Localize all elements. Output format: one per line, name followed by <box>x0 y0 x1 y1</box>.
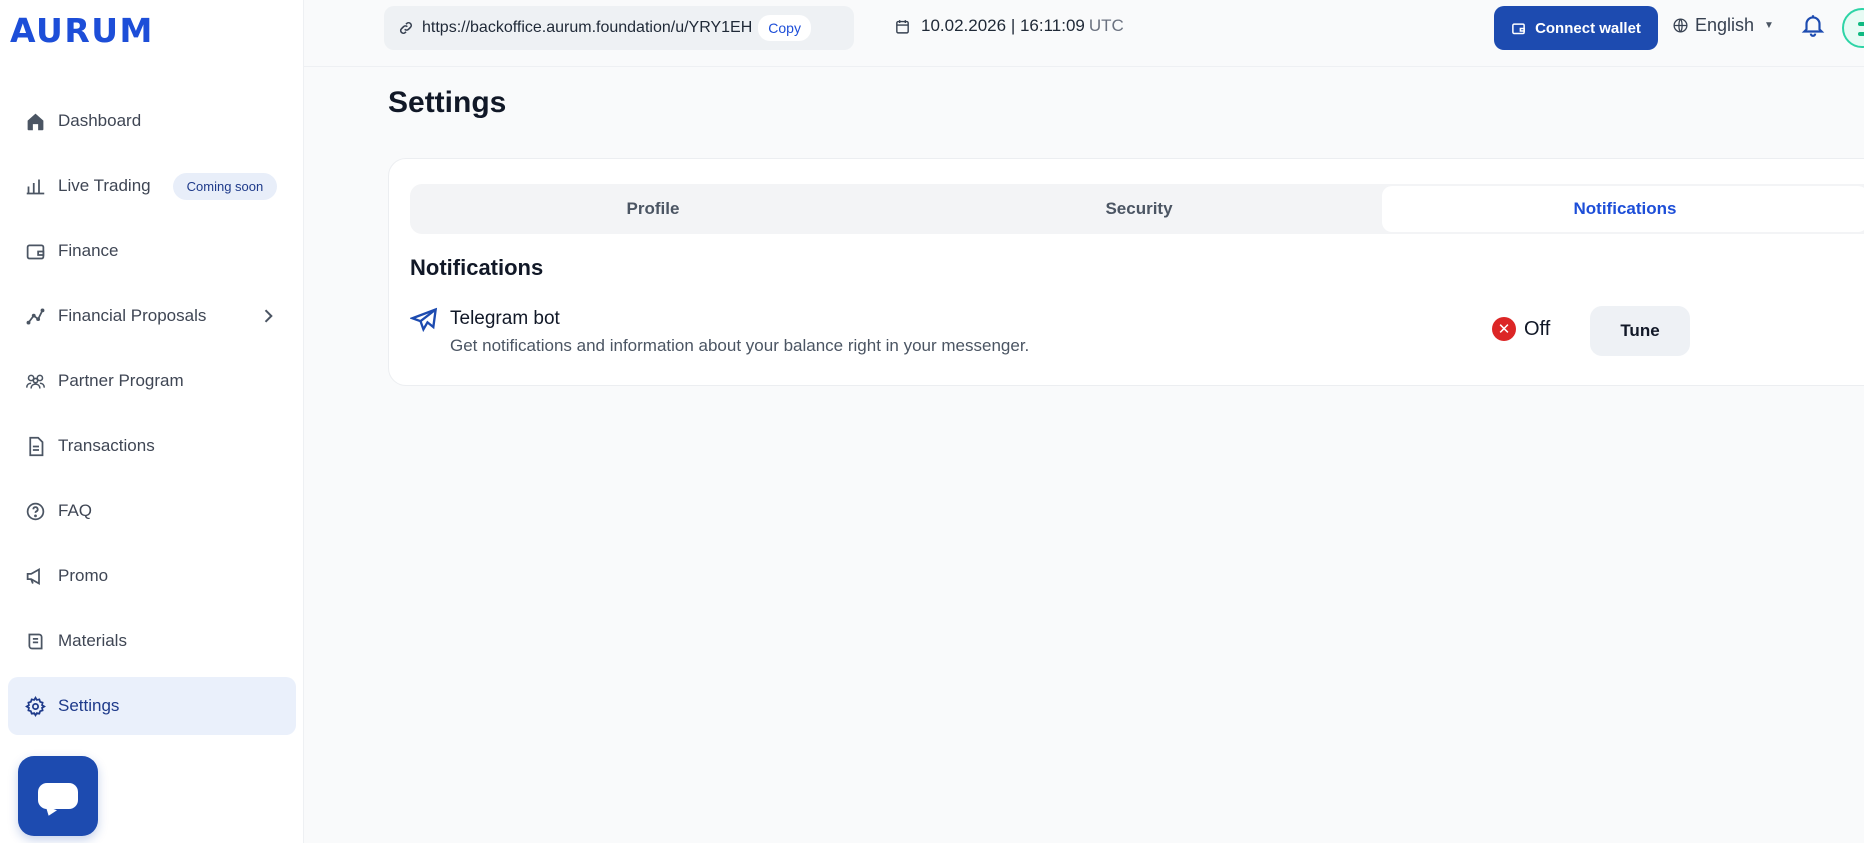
tab-security[interactable]: Security <box>896 184 1382 234</box>
referral-link-box: https://backoffice.aurum.foundation/u/YR… <box>384 6 854 50</box>
sidebar-nav: Dashboard Live Trading Coming soon Finan… <box>8 92 296 742</box>
connect-wallet-label: Connect wallet <box>1535 19 1641 37</box>
sidebar-item-transactions[interactable]: Transactions <box>8 417 296 475</box>
language-selector[interactable]: English ▼ <box>1672 15 1774 36</box>
sidebar-item-label: Settings <box>58 696 120 715</box>
megaphone-icon <box>24 565 46 587</box>
notification-description: Get notifications and information about … <box>450 336 1030 355</box>
notification-name: Telegram bot <box>450 308 560 329</box>
calendar-icon <box>894 18 911 35</box>
avatar[interactable] <box>1842 8 1864 48</box>
date-value: 10.02.2026 <box>921 16 1007 35</box>
language-value: English <box>1695 15 1755 35</box>
caret-down-icon: ▼ <box>1764 20 1774 31</box>
chat-support-button[interactable] <box>18 756 98 836</box>
tune-button[interactable]: Tune <box>1590 306 1690 356</box>
status-text: Off <box>1524 317 1551 340</box>
sidebar-item-settings[interactable]: Settings <box>8 677 296 735</box>
sidebar-item-live-trading[interactable]: Live Trading Coming soon <box>8 157 296 215</box>
sidebar-item-dashboard[interactable]: Dashboard <box>8 92 296 150</box>
sidebar-item-label: Transactions <box>58 436 155 455</box>
time-value: | 16:11:09 <box>1010 16 1085 35</box>
connect-wallet-button[interactable]: Connect wallet <box>1494 6 1658 50</box>
sidebar-item-financial-proposals[interactable]: Financial Proposals <box>8 287 296 345</box>
settings-card: Profile Security Notifications Notificat… <box>388 158 1864 386</box>
chat-icon <box>38 783 78 809</box>
timezone-label: UTC <box>1088 16 1124 35</box>
chevron-right-icon <box>258 306 278 326</box>
sidebar-item-partner-program[interactable]: Partner Program <box>8 352 296 410</box>
link-icon <box>398 20 414 36</box>
sidebar: AURUM Dashboard Live Trading Coming soon <box>0 0 304 843</box>
sidebar-item-label: Live Trading <box>58 176 151 195</box>
document-icon <box>24 435 46 457</box>
referral-url: https://backoffice.aurum.foundation/u/YR… <box>422 19 753 36</box>
tab-notifications[interactable]: Notifications <box>1382 186 1864 232</box>
trend-icon <box>24 305 46 327</box>
status-badge: ✕ Off <box>1492 317 1550 341</box>
tab-profile[interactable]: Profile <box>410 184 896 234</box>
home-icon <box>24 110 46 132</box>
sidebar-item-label: Promo <box>58 566 109 585</box>
sidebar-item-label: Finance <box>58 241 119 260</box>
logo[interactable]: AURUM <box>10 11 154 50</box>
settings-tabs: Profile Security Notifications <box>410 184 1864 234</box>
date-time: 10.02.2026 | 16:11:09 UTC <box>894 16 1124 36</box>
users-icon <box>24 370 46 392</box>
bar-chart-icon <box>24 175 46 197</box>
logo-text: AURUM <box>10 10 154 50</box>
sidebar-item-promo[interactable]: Promo <box>8 547 296 605</box>
wallet-icon <box>24 240 46 262</box>
question-icon <box>24 500 46 522</box>
top-header: https://backoffice.aurum.foundation/u/YR… <box>304 0 1864 67</box>
notification-row-telegram: Telegram bot Get notifications and infor… <box>408 306 1864 366</box>
telegram-icon <box>408 306 438 334</box>
sidebar-item-finance[interactable]: Finance <box>8 222 296 280</box>
sidebar-item-materials[interactable]: Materials <box>8 612 296 670</box>
sidebar-item-faq[interactable]: FAQ <box>8 482 296 540</box>
sidebar-item-label: Dashboard <box>58 111 142 130</box>
copy-button[interactable]: Copy <box>758 15 811 41</box>
sidebar-item-label: Partner Program <box>58 371 184 390</box>
sidebar-item-label: Financial Proposals <box>58 306 207 325</box>
scroll-icon <box>24 630 46 652</box>
app-root: AURUM Dashboard Live Trading Coming soon <box>0 0 1864 843</box>
sidebar-item-label: Materials <box>58 631 127 650</box>
globe-icon <box>1672 17 1689 34</box>
wallet-icon <box>1511 21 1526 36</box>
sidebar-item-label: FAQ <box>58 501 93 520</box>
coming-soon-badge: Coming soon <box>172 172 278 200</box>
gear-icon <box>24 695 46 717</box>
bell-icon[interactable] <box>1800 12 1826 40</box>
section-title: Notifications <box>410 255 544 280</box>
page-title: Settings <box>388 86 507 119</box>
close-circle-icon: ✕ <box>1492 317 1516 341</box>
